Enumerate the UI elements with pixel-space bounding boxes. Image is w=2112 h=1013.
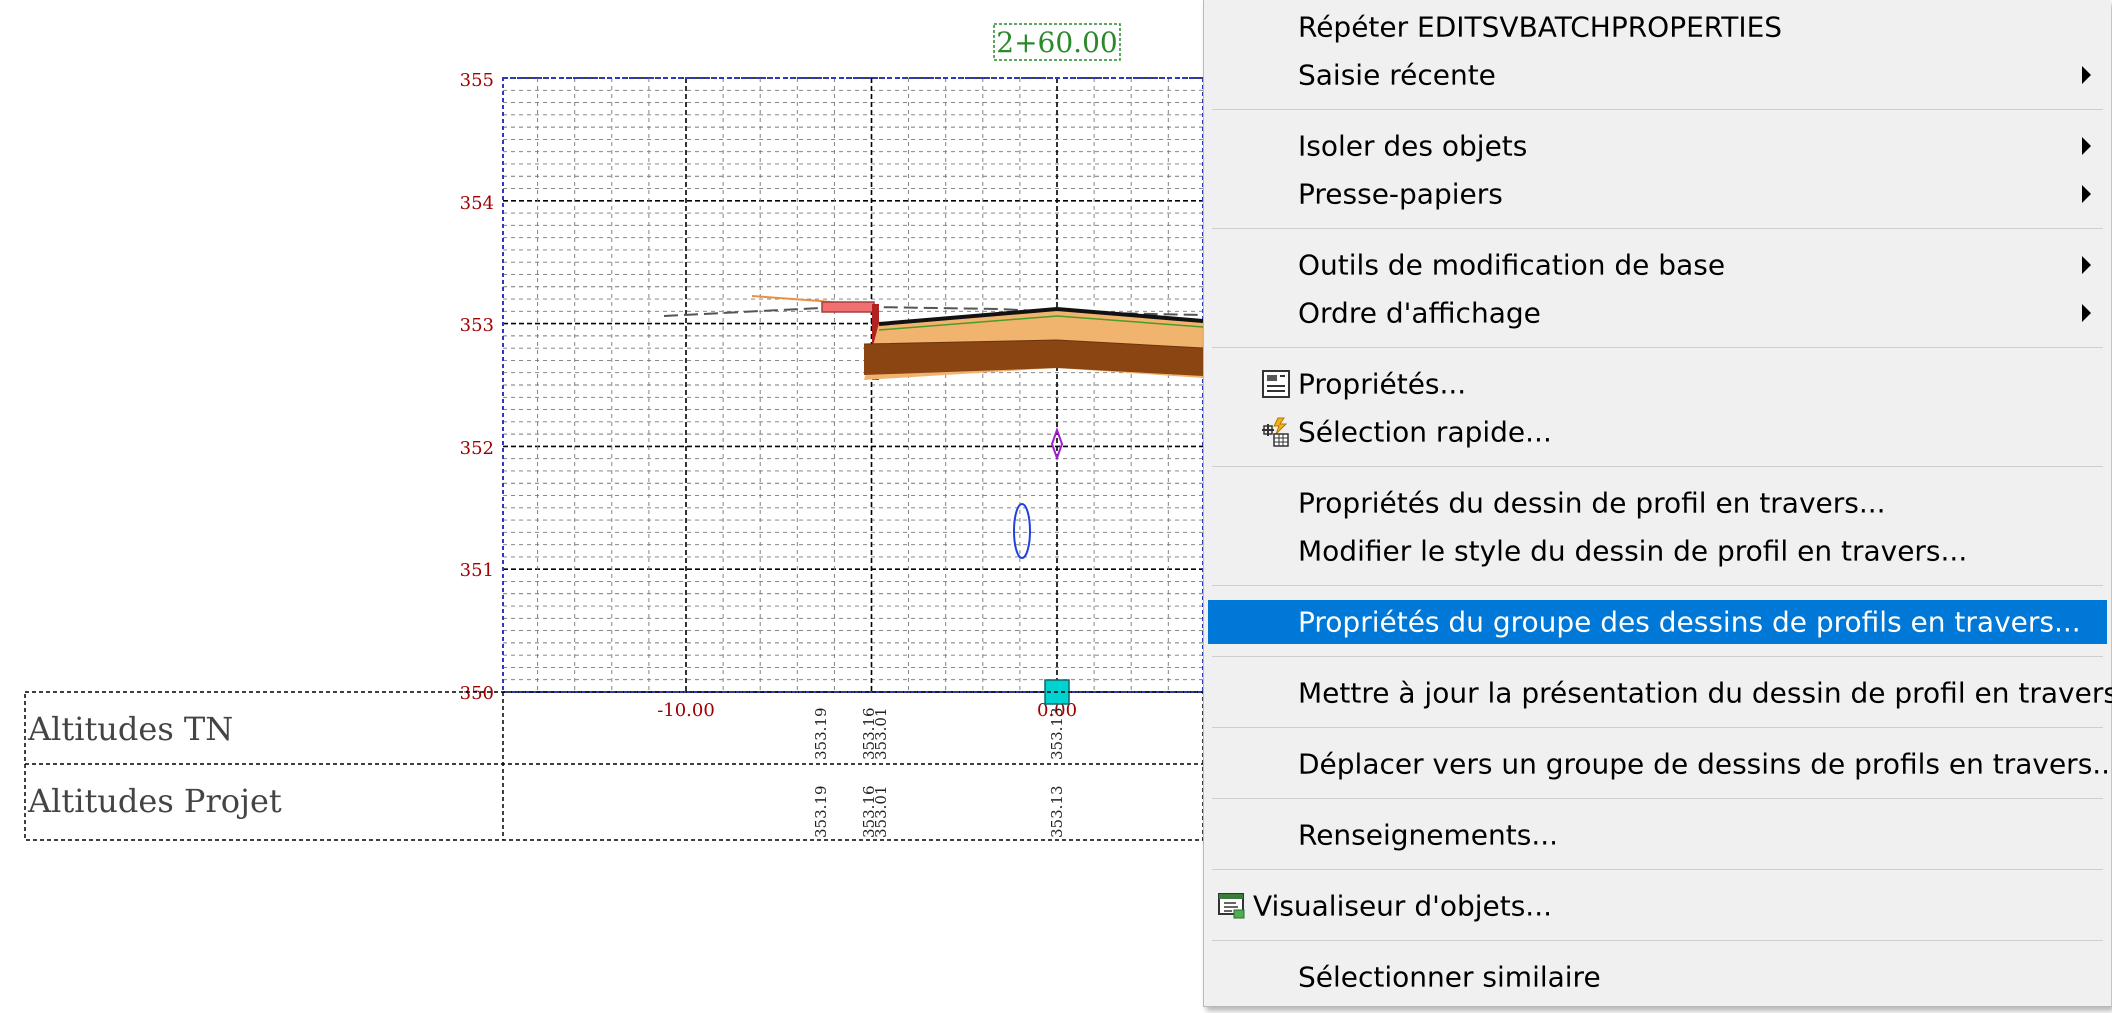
menu-item-isolate-objects[interactable]: Isoler des objets — [1208, 124, 2107, 168]
context-menu: Répéter EDITSVBATCHPROPERTIES Saisie réc… — [1203, 0, 2112, 1007]
menu-separator — [1212, 656, 2103, 657]
menu-item-label: Propriétés du groupe des dessins de prof… — [1298, 605, 2081, 639]
menu-item-select-similar[interactable]: Sélectionner similaire — [1208, 955, 2107, 999]
menu-item-draw-order[interactable]: Ordre d'affichage — [1208, 291, 2107, 335]
menu-item-label: Isoler des objets — [1298, 129, 1528, 163]
quick-select-icon — [1260, 416, 1292, 448]
menu-item-label: Répéter EDITSVBATCHPROPERTIES — [1298, 10, 1783, 44]
band-value-tn-4: 353.13 — [1048, 708, 1066, 761]
menu-item-object-viewer[interactable]: Visualiseur d'objets... — [1208, 884, 2107, 928]
menu-item-label: Ordre d'affichage — [1298, 296, 1541, 330]
menu-item-edit-section-view-style[interactable]: Modifier le style du dessin de profil en… — [1208, 529, 2107, 573]
submenu-arrow-icon — [2082, 137, 2091, 155]
band-value-projet-3: 353.01 — [872, 786, 890, 839]
menu-item-label: Visualiseur d'objets... — [1253, 889, 1552, 923]
menu-item-section-view-properties[interactable]: Propriétés du dessin de profil en traver… — [1208, 481, 2107, 525]
section-grid — [503, 77, 1203, 693]
offset-label-minus-10: -10.00 — [657, 700, 715, 721]
elevation-label-355: 355 — [460, 70, 494, 91]
menu-item-label: Sélectionner similaire — [1298, 960, 1601, 994]
band-title-projet: Altitudes Projet — [27, 782, 282, 820]
station-label[interactable]: 2+60.00 — [996, 26, 1117, 59]
menu-item-section-view-group-properties[interactable]: Propriétés du groupe des dessins de prof… — [1208, 600, 2107, 644]
elevation-label-350: 350 — [460, 683, 494, 704]
menu-item-object-info[interactable]: Renseignements... — [1208, 813, 2107, 857]
blue-marker[interactable] — [1013, 503, 1031, 559]
menu-separator — [1212, 347, 2103, 348]
menu-item-properties[interactable]: Propriétés... — [1208, 362, 2107, 406]
curb-block[interactable] — [821, 301, 875, 313]
elevation-label-353: 353 — [460, 315, 494, 336]
menu-item-label: Renseignements... — [1298, 818, 1559, 852]
elevation-label-352: 352 — [460, 438, 494, 459]
menu-item-label: Modifier le style du dessin de profil en… — [1298, 534, 1968, 568]
menu-item-repeat-command[interactable]: Répéter EDITSVBATCHPROPERTIES — [1208, 5, 2107, 49]
menu-separator — [1212, 109, 2103, 110]
elevation-label-354: 354 — [460, 193, 494, 214]
band-value-projet-4: 353.13 — [1048, 786, 1066, 839]
menu-separator — [1212, 585, 2103, 586]
menu-separator — [1212, 869, 2103, 870]
menu-item-move-to-section-view-group[interactable]: Déplacer vers un groupe de dessins de pr… — [1208, 742, 2112, 786]
menu-item-label: Outils de modification de base — [1298, 248, 1726, 282]
submenu-arrow-icon — [2082, 256, 2091, 274]
menu-item-recent-input[interactable]: Saisie récente — [1208, 53, 2107, 97]
band-value-tn-3: 353.01 — [872, 708, 890, 761]
menu-separator — [1212, 466, 2103, 467]
menu-item-label: Propriétés... — [1298, 367, 1467, 401]
elevation-label-351: 351 — [460, 560, 494, 581]
menu-item-label: Déplacer vers un groupe de dessins de pr… — [1298, 747, 2112, 781]
menu-separator — [1212, 940, 2103, 941]
submenu-arrow-icon — [2082, 66, 2091, 84]
submenu-arrow-icon — [2082, 185, 2091, 203]
band-title-tn: Altitudes TN — [27, 710, 233, 748]
band-value-tn-1: 353.19 — [812, 708, 830, 761]
menu-item-label: Sélection rapide... — [1298, 415, 1552, 449]
menu-item-clipboard[interactable]: Presse-papiers — [1208, 172, 2107, 216]
menu-separator — [1212, 798, 2103, 799]
menu-item-basic-modify-tools[interactable]: Outils de modification de base — [1208, 243, 2107, 287]
menu-item-update-section-view-layout[interactable]: Mettre à jour la présentation du dessin … — [1208, 671, 2112, 715]
menu-item-label: Presse-papiers — [1298, 177, 1503, 211]
properties-icon — [1260, 368, 1292, 400]
menu-item-label: Mettre à jour la présentation du dessin … — [1298, 676, 2112, 710]
menu-separator — [1212, 727, 2103, 728]
band-value-projet-1: 353.19 — [812, 786, 830, 839]
submenu-arrow-icon — [2082, 304, 2091, 322]
menu-item-label: Saisie récente — [1298, 58, 1496, 92]
menu-separator — [1212, 228, 2103, 229]
object-viewer-icon — [1216, 890, 1248, 922]
menu-item-label: Propriétés du dessin de profil en traver… — [1298, 486, 1886, 520]
menu-item-quick-select[interactable]: Sélection rapide... — [1208, 410, 2107, 454]
